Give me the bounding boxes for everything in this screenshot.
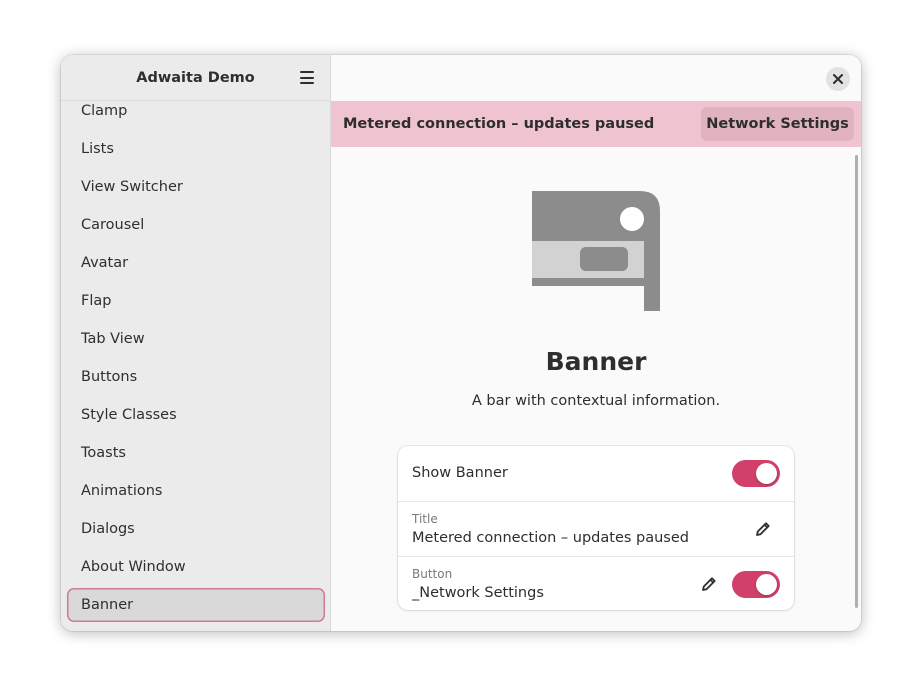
- hamburger-menu-icon[interactable]: [300, 71, 314, 84]
- page-title: Banner: [545, 347, 647, 376]
- sidebar-item-clamp[interactable]: Clamp: [67, 94, 325, 128]
- app-title: Adwaita Demo: [136, 69, 255, 86]
- edit-pencil-icon[interactable]: [700, 575, 718, 593]
- title-sublabel: Title: [412, 512, 438, 526]
- show-banner-row[interactable]: Show Banner: [398, 446, 794, 501]
- content-header: [331, 55, 861, 101]
- content-pane: Metered connection – updates paused Netw…: [331, 55, 861, 631]
- title-row[interactable]: Title Metered connection – updates pause…: [398, 501, 794, 556]
- sidebar-item-view-switcher[interactable]: View Switcher: [67, 170, 325, 204]
- sidebar-item-carousel[interactable]: Carousel: [67, 208, 325, 242]
- sidebar-item-banner[interactable]: Banner: [67, 588, 325, 622]
- sidebar-item-avatar[interactable]: Avatar: [67, 246, 325, 280]
- sidebar-item-style-classes[interactable]: Style Classes: [67, 398, 325, 432]
- button-value[interactable]: _Network Settings: [412, 585, 544, 601]
- close-icon[interactable]: [826, 67, 850, 91]
- button-row[interactable]: Button _Network Settings: [398, 556, 794, 610]
- button-sublabel: Button: [412, 567, 453, 581]
- sidebar-item-tab-view[interactable]: Tab View: [67, 322, 325, 356]
- sidebar: Adwaita Demo Clamp Lists View Switcher C…: [61, 55, 331, 631]
- settings-card: Show Banner Title Metered connection – u…: [398, 446, 794, 610]
- sidebar-item-buttons[interactable]: Buttons: [67, 360, 325, 394]
- banner-illustration-icon: [532, 191, 660, 311]
- banner-title: Metered connection – updates paused: [343, 116, 655, 132]
- sidebar-item-animations[interactable]: Animations: [67, 474, 325, 508]
- sidebar-item-lists[interactable]: Lists: [67, 132, 325, 166]
- show-banner-label: Show Banner: [412, 465, 508, 481]
- banner: Metered connection – updates paused Netw…: [331, 101, 861, 147]
- app-window: Adwaita Demo Clamp Lists View Switcher C…: [61, 55, 861, 631]
- page-description: A bar with contextual information.: [471, 393, 721, 409]
- sidebar-item-toasts[interactable]: Toasts: [67, 436, 325, 470]
- scrollbar[interactable]: [855, 155, 858, 608]
- network-settings-button[interactable]: Network Settings: [701, 107, 854, 141]
- sidebar-item-flap[interactable]: Flap: [67, 284, 325, 318]
- edit-pencil-icon[interactable]: [754, 520, 772, 538]
- sidebar-item-dialogs[interactable]: Dialogs: [67, 512, 325, 546]
- show-banner-switch[interactable]: [732, 460, 780, 487]
- sidebar-item-about-window[interactable]: About Window: [67, 550, 325, 584]
- button-switch[interactable]: [732, 571, 780, 598]
- title-value[interactable]: Metered connection – updates paused: [412, 530, 689, 546]
